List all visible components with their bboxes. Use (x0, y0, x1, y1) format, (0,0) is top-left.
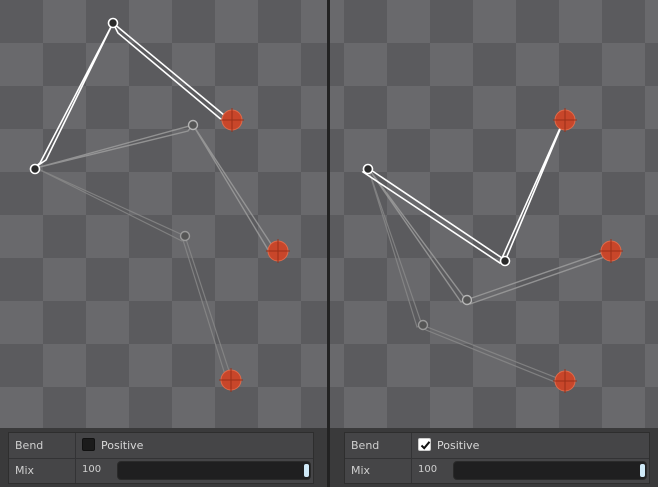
mix-slider[interactable] (117, 461, 311, 480)
mix-slider-handle[interactable] (640, 464, 645, 477)
positive-label[interactable]: Positive (437, 439, 479, 452)
bend-row: Bend Positive (9, 433, 313, 459)
checkmark-icon (420, 441, 431, 450)
bend-label: Bend (15, 439, 44, 452)
positive-label[interactable]: Positive (101, 439, 143, 452)
joint-elbow-active (107, 17, 119, 29)
scene-right (361, 108, 623, 393)
joint-root (362, 163, 374, 175)
mix-row: Mix 100 (345, 458, 649, 483)
ik-properties-panel-left: Bend Positive Mix 100 (8, 432, 314, 484)
mix-slider[interactable] (453, 461, 647, 480)
joint-root (29, 163, 41, 175)
ghost-bone-upper-2 (35, 167, 186, 242)
ghost-bone-lower-1 (192, 124, 276, 254)
scene-left (29, 17, 290, 392)
bone-lower-active (112, 22, 231, 128)
bone-lower-active (501, 119, 565, 263)
mix-row: Mix 100 (9, 458, 313, 483)
positive-checkbox[interactable] (418, 438, 431, 451)
ghost-bone-lower-2 (420, 323, 563, 385)
bend-row: Bend Positive (345, 433, 649, 459)
target-3 (553, 369, 577, 393)
mix-value[interactable]: 100 (418, 464, 437, 475)
viewport-left[interactable] (0, 0, 327, 428)
joint-elbow-active (499, 255, 511, 267)
mix-label: Mix (351, 464, 371, 477)
joint-elbow-ghost-1 (461, 294, 473, 306)
bend-label: Bend (351, 439, 380, 452)
target-2 (599, 239, 623, 263)
bone-upper-active (33, 22, 114, 169)
joint-elbow-ghost-1 (187, 119, 199, 131)
target-1 (220, 108, 244, 132)
positive-checkbox[interactable] (82, 438, 95, 451)
ghost-bone-upper-1 (367, 167, 468, 303)
ghost-bone-lower-2 (182, 234, 233, 382)
viewport-right[interactable] (330, 0, 658, 428)
target-3 (219, 368, 243, 392)
ghost-bone-lower-1 (464, 249, 615, 305)
mix-value[interactable]: 100 (82, 464, 101, 475)
target-1 (553, 108, 577, 132)
joint-elbow-ghost-2 (179, 230, 191, 242)
mix-label: Mix (15, 464, 35, 477)
mix-slider-handle[interactable] (304, 464, 309, 477)
ghost-bone-upper-2 (367, 167, 423, 328)
joint-elbow-ghost-2 (417, 319, 429, 331)
ik-properties-panel-right: Bend Positive Mix 100 (344, 432, 650, 484)
